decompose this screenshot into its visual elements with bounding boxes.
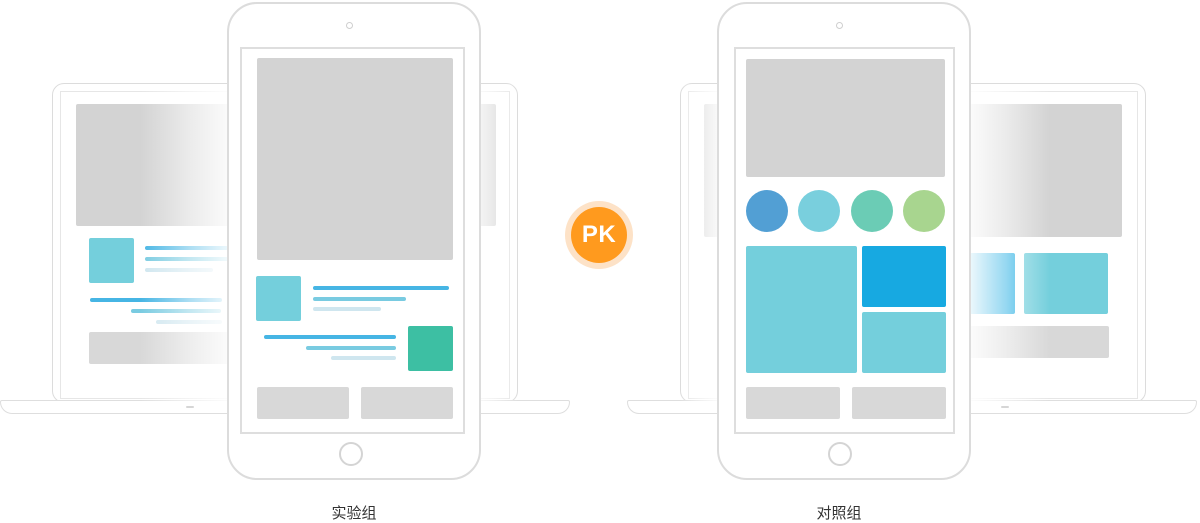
left-group: 实验组 bbox=[0, 0, 600, 522]
thumbnail-tile bbox=[256, 276, 301, 321]
camera-icon bbox=[346, 22, 353, 29]
feature-tile bbox=[862, 312, 946, 373]
text-line bbox=[145, 268, 213, 272]
camera-icon bbox=[836, 22, 843, 29]
home-button-icon bbox=[828, 442, 852, 466]
left-phone bbox=[227, 2, 481, 480]
text-line bbox=[313, 297, 406, 301]
feature-tile bbox=[1024, 253, 1108, 314]
accent-tile bbox=[408, 326, 453, 371]
thumbnail-tile bbox=[89, 238, 134, 283]
right-phone bbox=[717, 2, 971, 480]
laptop-notch bbox=[186, 406, 194, 408]
category-circle-icon bbox=[903, 190, 945, 232]
feature-tile bbox=[964, 253, 1015, 314]
feature-tile-large bbox=[746, 246, 857, 373]
laptop-notch bbox=[1001, 406, 1009, 408]
button-placeholder bbox=[964, 326, 1109, 358]
button-placeholder bbox=[257, 387, 349, 419]
text-line bbox=[313, 307, 381, 311]
text-line bbox=[131, 309, 221, 313]
button-placeholder bbox=[89, 332, 229, 364]
text-line bbox=[264, 335, 396, 339]
feature-tile bbox=[862, 246, 946, 307]
text-line bbox=[90, 298, 222, 302]
text-line bbox=[156, 320, 222, 324]
text-line bbox=[306, 346, 396, 350]
category-circle-icon bbox=[746, 190, 788, 232]
home-button-icon bbox=[339, 442, 363, 466]
text-line bbox=[331, 356, 396, 360]
button-placeholder bbox=[852, 387, 946, 419]
hero-image-placeholder bbox=[746, 59, 945, 177]
button-placeholder bbox=[361, 387, 453, 419]
category-circle-icon bbox=[798, 190, 840, 232]
category-circle-icon bbox=[851, 190, 893, 232]
button-placeholder bbox=[746, 387, 840, 419]
hero-image-placeholder bbox=[257, 58, 453, 260]
right-group: 对照组 bbox=[600, 0, 1200, 522]
text-line bbox=[313, 286, 449, 290]
